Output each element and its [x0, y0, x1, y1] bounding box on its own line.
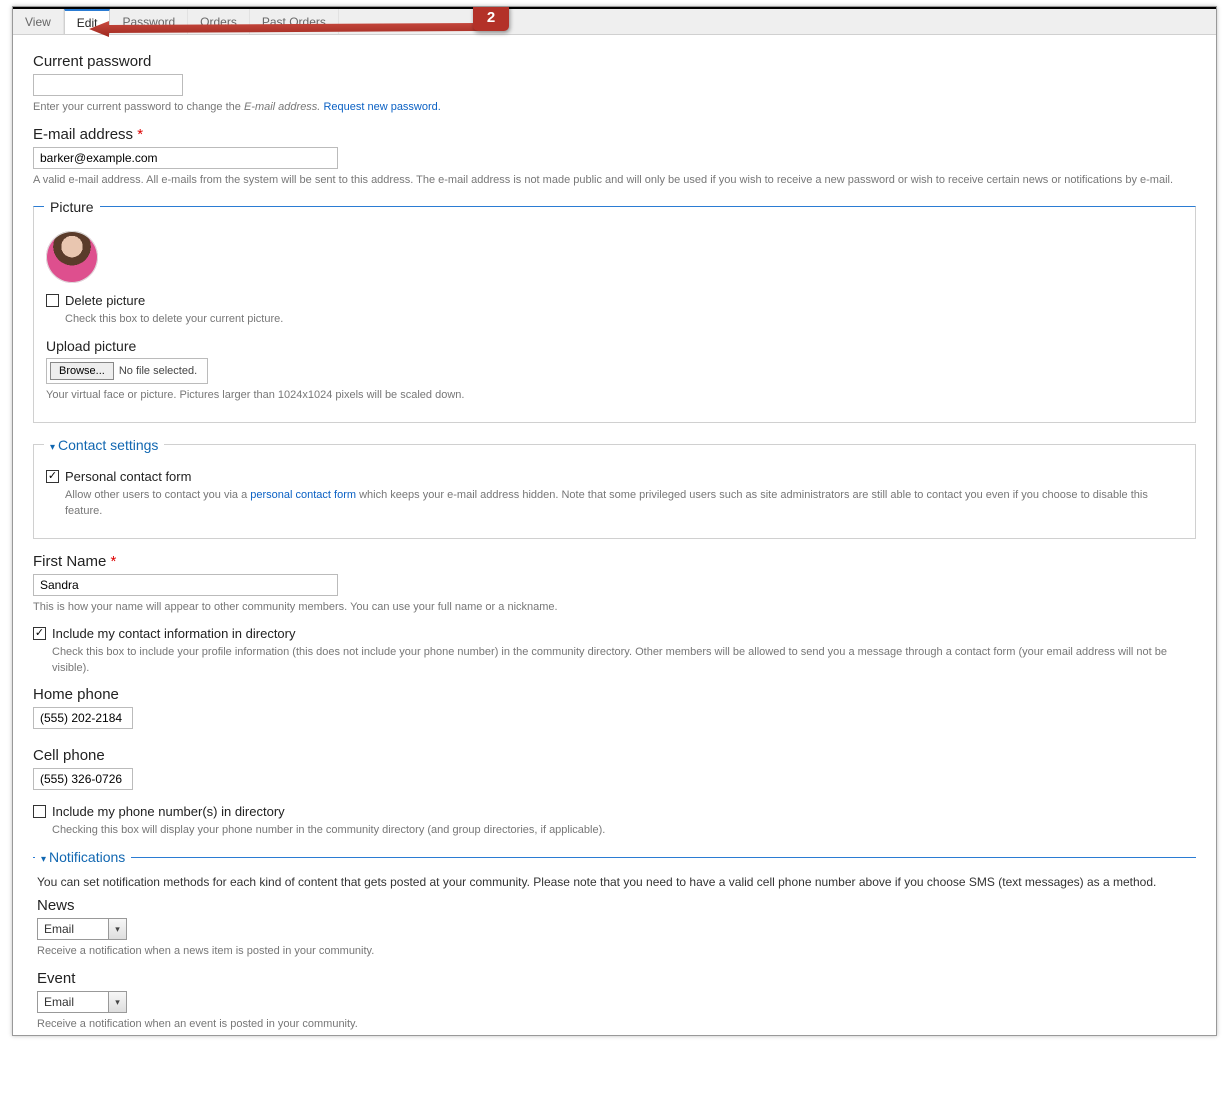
picture-section: Picture Delete picture Check this box to… — [33, 199, 1196, 423]
chevron-down-icon: ▾ — [108, 992, 126, 1012]
notif-news-help: Receive a notification when a news item … — [37, 944, 1192, 960]
cell-phone-label: Cell phone — [33, 747, 1196, 764]
email-help: A valid e-mail address. All e-mails from… — [33, 173, 1196, 189]
personal-contact-form-link[interactable]: personal contact form — [250, 489, 356, 501]
notif-news-label: News — [37, 897, 1192, 914]
include-contact-label: Include my contact information in direct… — [52, 626, 296, 641]
browse-button[interactable]: Browse... — [50, 362, 114, 380]
home-phone-label: Home phone — [33, 686, 1196, 703]
personal-contact-form-help: Allow other users to contact you via a p… — [65, 488, 1183, 520]
delete-picture-label: Delete picture — [65, 293, 145, 308]
include-contact-help: Check this box to include your profile i… — [52, 645, 1196, 677]
chevron-down-icon: ▾ — [108, 919, 126, 939]
notifications-intro: You can set notification methods for eac… — [37, 875, 1192, 889]
include-contact-checkbox[interactable] — [33, 627, 46, 640]
tab-edit[interactable]: Edit — [64, 9, 111, 34]
tab-password[interactable]: Password — [110, 9, 188, 34]
include-phone-checkbox[interactable] — [33, 805, 46, 818]
include-phone-label: Include my phone number(s) in directory — [52, 804, 285, 819]
current-password-label: Current password — [33, 53, 1196, 70]
delete-picture-checkbox[interactable] — [46, 294, 59, 307]
contact-settings-section: Contact settings Personal contact form A… — [33, 437, 1196, 539]
include-phone-help: Checking this box will display your phon… — [52, 823, 1196, 839]
notifications-legend[interactable]: Notifications — [35, 849, 131, 865]
step-callout-badge: 2 — [473, 6, 509, 31]
upload-picture-field[interactable]: Browse... No file selected. — [46, 358, 208, 384]
first-name-label: First Name * — [33, 553, 1196, 570]
notif-event-select[interactable]: Email▾ — [37, 991, 127, 1013]
upload-file-name: No file selected. — [117, 365, 207, 377]
picture-legend: Picture — [44, 199, 100, 215]
notif-event-help: Receive a notification when an event is … — [37, 1017, 1192, 1033]
email-input[interactable] — [33, 147, 338, 169]
home-phone-input[interactable] — [33, 707, 133, 729]
delete-picture-help: Check this box to delete your current pi… — [65, 312, 1183, 328]
personal-contact-form-label: Personal contact form — [65, 469, 191, 484]
tab-orders[interactable]: Orders — [188, 9, 250, 34]
contact-settings-legend[interactable]: Contact settings — [44, 437, 164, 453]
cell-phone-input[interactable] — [33, 768, 133, 790]
upload-picture-label: Upload picture — [46, 338, 1183, 354]
current-password-help: Enter your current password to change th… — [33, 100, 1196, 116]
upload-picture-help: Your virtual face or picture. Pictures l… — [46, 388, 1183, 404]
personal-contact-form-checkbox[interactable] — [46, 470, 59, 483]
avatar-image — [46, 231, 98, 283]
first-name-help: This is how your name will appear to oth… — [33, 600, 1196, 616]
first-name-input[interactable] — [33, 574, 338, 596]
email-label: E-mail address * — [33, 126, 1196, 143]
tab-view[interactable]: View — [13, 9, 64, 34]
request-new-password-link[interactable]: Request new password. — [323, 101, 440, 113]
current-password-input[interactable] — [33, 74, 183, 96]
tab-past-orders[interactable]: Past Orders — [250, 9, 339, 34]
notif-news-select[interactable]: Email▾ — [37, 918, 127, 940]
tab-bar: View Edit Password Orders Past Orders — [13, 9, 1216, 35]
notifications-section: Notifications You can set notification m… — [33, 849, 1196, 1036]
notif-event-label: Event — [37, 970, 1192, 987]
